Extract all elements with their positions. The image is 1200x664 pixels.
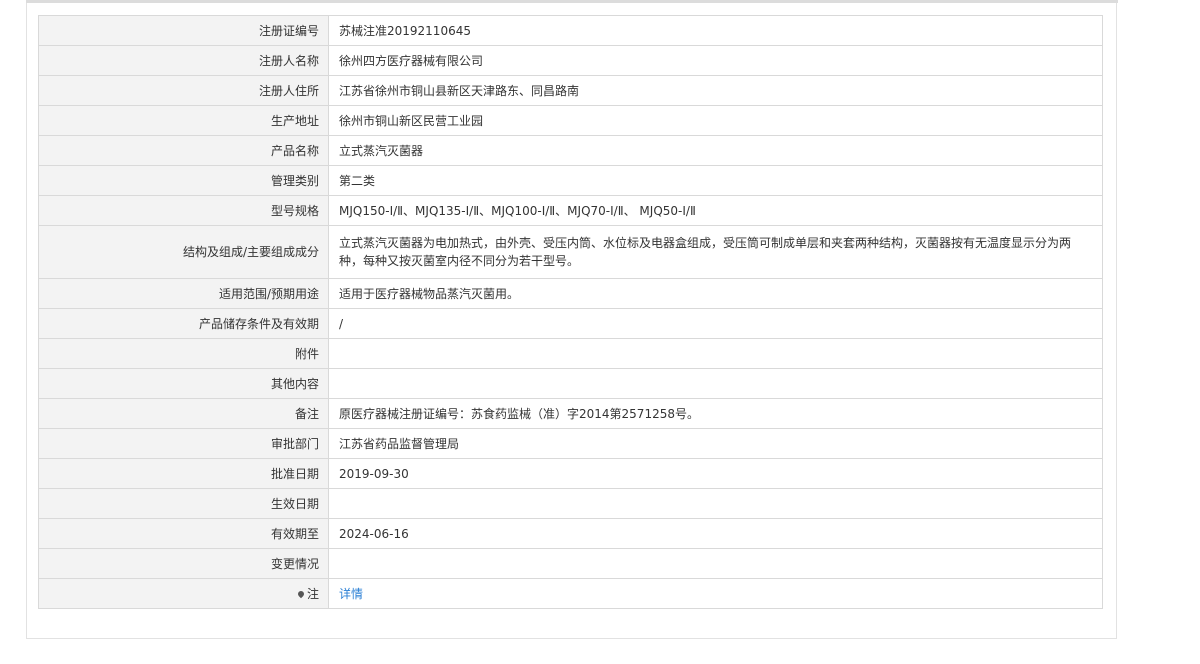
table-row: 变更情况 xyxy=(38,548,1103,579)
field-value: MJQ150-Ⅰ/Ⅱ、MJQ135-Ⅰ/Ⅱ、MJQ100-Ⅰ/Ⅱ、MJQ70-Ⅰ… xyxy=(328,195,1103,226)
table-row: 注册人住所 江苏省徐州市铜山县新区天津路东、同昌路南 xyxy=(38,75,1103,106)
field-label: 审批部门 xyxy=(38,428,329,459)
table-row: 型号规格 MJQ150-Ⅰ/Ⅱ、MJQ135-Ⅰ/Ⅱ、MJQ100-Ⅰ/Ⅱ、MJ… xyxy=(38,195,1103,226)
field-value: 徐州四方医疗器械有限公司 xyxy=(328,45,1103,76)
field-label: 注册人名称 xyxy=(38,45,329,76)
field-label: 其他内容 xyxy=(38,368,329,399)
field-value: 2024-06-16 xyxy=(328,518,1103,549)
field-value: 江苏省徐州市铜山县新区天津路东、同昌路南 xyxy=(328,75,1103,106)
table-row: 有效期至 2024-06-16 xyxy=(38,518,1103,549)
field-label: 产品储存条件及有效期 xyxy=(38,308,329,339)
field-value xyxy=(328,548,1103,579)
field-label: 变更情况 xyxy=(38,548,329,579)
field-value: 苏械注准20192110645 xyxy=(328,15,1103,46)
field-label: 生产地址 xyxy=(38,105,329,136)
table-row: 附件 xyxy=(38,338,1103,369)
field-label: 适用范围/预期用途 xyxy=(38,278,329,309)
note-label-cell: 注 xyxy=(38,578,329,609)
field-label: 批准日期 xyxy=(38,458,329,489)
field-value xyxy=(328,488,1103,519)
table-row: 管理类别 第二类 xyxy=(38,165,1103,196)
table-row: 其他内容 xyxy=(38,368,1103,399)
details-link[interactable]: 详情 xyxy=(339,587,363,601)
field-value: 2019-09-30 xyxy=(328,458,1103,489)
field-value xyxy=(328,338,1103,369)
table-row: 适用范围/预期用途 适用于医疗器械物品蒸汽灭菌用。 xyxy=(38,278,1103,309)
table-row: 批准日期 2019-09-30 xyxy=(38,458,1103,489)
field-label: 产品名称 xyxy=(38,135,329,166)
field-value xyxy=(328,368,1103,399)
field-value: 江苏省药品监督管理局 xyxy=(328,428,1103,459)
field-label: 注册证编号 xyxy=(38,15,329,46)
table-row: 注册人名称 徐州四方医疗器械有限公司 xyxy=(38,45,1103,76)
pin-icon xyxy=(296,589,306,598)
field-value: 立式蒸汽灭菌器为电加热式，由外壳、受压内筒、水位标及电器盒组成，受压筒可制成单层… xyxy=(328,225,1103,279)
field-label: 有效期至 xyxy=(38,518,329,549)
table-row: 生产地址 徐州市铜山新区民营工业园 xyxy=(38,105,1103,136)
table-row: 备注 原医疗器械注册证编号：苏食药监械（准）字2014第2571258号。 xyxy=(38,398,1103,429)
field-label: 附件 xyxy=(38,338,329,369)
table-row: 产品名称 立式蒸汽灭菌器 xyxy=(38,135,1103,166)
field-value: 第二类 xyxy=(328,165,1103,196)
table-row: 产品储存条件及有效期 / xyxy=(38,308,1103,339)
table-row: 审批部门 江苏省药品监督管理局 xyxy=(38,428,1103,459)
field-value: 原医疗器械注册证编号：苏食药监械（准）字2014第2571258号。 xyxy=(328,398,1103,429)
table-row: 生效日期 xyxy=(38,488,1103,519)
table-row: 注册证编号 苏械注准20192110645 xyxy=(38,15,1103,46)
field-label: 型号规格 xyxy=(38,195,329,226)
field-value: 适用于医疗器械物品蒸汽灭菌用。 xyxy=(328,278,1103,309)
field-value: 徐州市铜山新区民营工业园 xyxy=(328,105,1103,136)
note-label: 注 xyxy=(306,586,319,601)
registration-detail-table: 注册证编号 苏械注准20192110645 注册人名称 徐州四方医疗器械有限公司… xyxy=(38,15,1103,609)
table-row-note: 注 详情 xyxy=(38,578,1103,609)
field-label: 备注 xyxy=(38,398,329,429)
field-value: / xyxy=(328,308,1103,339)
field-value: 立式蒸汽灭菌器 xyxy=(328,135,1103,166)
field-label: 结构及组成/主要组成成分 xyxy=(38,225,329,279)
table-row: 结构及组成/主要组成成分 立式蒸汽灭菌器为电加热式，由外壳、受压内筒、水位标及电… xyxy=(38,225,1103,279)
field-label: 生效日期 xyxy=(38,488,329,519)
field-label: 注册人住所 xyxy=(38,75,329,106)
note-value-cell: 详情 xyxy=(328,578,1103,609)
field-label: 管理类别 xyxy=(38,165,329,196)
